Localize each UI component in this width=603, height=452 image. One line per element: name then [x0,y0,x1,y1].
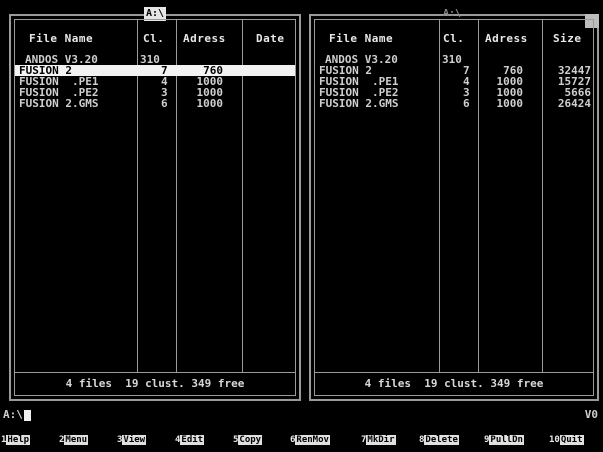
fkey-mkdir[interactable]: 7MkDir [361,433,396,447]
column-header-name[interactable]: File Name [29,32,93,46]
file-clusters: 6 [463,97,470,110]
file-clusters: 310 [140,53,160,66]
fkey-copy[interactable]: 5Copy [233,433,263,447]
file-name: FUSION 2.GMS [319,97,399,110]
right-panel-frame: File Name Cl. Adress Size ANDOS V3.20 31… [314,19,594,396]
function-key-bar: 1Help 2Menu 3View 4Edit 5Copy 6RenMov 7M… [0,433,603,447]
fkey-delete[interactable]: 8Delete [419,433,459,447]
screen: A:\ File Name Cl. Adress Date ANDOS V3.2… [0,0,603,452]
fkey-help[interactable]: 1Help [1,433,31,447]
footer-separator [315,372,593,373]
column-header-address[interactable]: Adress [485,32,528,46]
file-clusters: 310 [442,53,462,66]
right-file-panel[interactable]: A:\ File Name Cl. Adress Size ANDOS V3.2… [309,8,599,401]
column-header-address[interactable]: Adress [183,32,226,46]
command-line[interactable]: A:\ V0 [3,408,600,422]
text-cursor [23,409,31,421]
fkey-menu[interactable]: 2Menu [59,433,89,447]
file-size: 26424 [557,97,591,110]
file-clusters: 6 [161,97,168,110]
file-address: 1000 [196,97,224,110]
command-prompt[interactable]: A:\ [3,408,31,422]
column-header-cl[interactable]: Cl. [443,32,464,46]
file-row[interactable]: FUSION 2.GMS 6 1000 [15,98,295,109]
fkey-view[interactable]: 3View [117,433,147,447]
fkey-renmov[interactable]: 6RenMov [290,433,330,447]
prompt-text: A:\ [3,408,23,421]
left-panel-frame: File Name Cl. Adress Date ANDOS V3.20 31… [14,19,296,396]
file-name: FUSION 2.GMS [19,97,99,110]
right-panel-footer: 4 files 19 clust. 349 free [364,377,544,390]
file-row[interactable]: FUSION 2.GMS 6 1000 26424 [315,98,593,109]
column-header-name[interactable]: File Name [329,32,393,46]
column-header-date[interactable]: Date [256,32,285,46]
fkey-edit[interactable]: 4Edit [175,433,205,447]
fkey-pulldn[interactable]: 9PullDn [484,433,524,447]
mode-indicator: V0 [584,408,598,421]
column-header-cl[interactable]: Cl. [143,32,164,46]
footer-separator [15,372,295,373]
column-header-size[interactable]: Size [553,32,582,46]
left-file-panel[interactable]: A:\ File Name Cl. Adress Date ANDOS V3.2… [9,7,301,401]
left-panel-footer: 4 files 19 clust. 349 free [65,377,245,390]
fkey-quit[interactable]: 10Quit [549,433,584,447]
file-address: 1000 [496,97,524,110]
